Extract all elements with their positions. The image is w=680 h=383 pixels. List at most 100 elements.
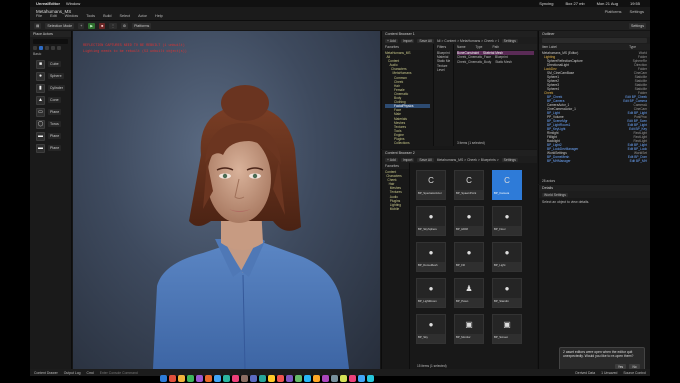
asset-tile[interactable]: ● BP_Sky (416, 314, 446, 344)
lights-icon[interactable] (45, 46, 49, 50)
menubar-status-item[interactable]: Mon 21 Aug (597, 1, 618, 6)
import-button[interactable]: Import (400, 38, 415, 43)
dock-app-icon[interactable] (178, 375, 185, 382)
save-icon[interactable]: ▤ (34, 22, 42, 29)
place-actors-search-input[interactable] (33, 39, 68, 44)
path-breadcrumb[interactable]: All > Content > MetaHumans > Cheek > Cin… (437, 39, 499, 43)
place-actor-item[interactable]: ■ Cube (36, 59, 65, 69)
place-actor-item[interactable]: ▬ Plane (36, 131, 65, 141)
dock-app-icon[interactable] (214, 375, 221, 382)
play-options-icon[interactable]: ⋮ (109, 22, 117, 29)
place-actor-item[interactable]: ▮ Cylinder (36, 83, 65, 93)
dock-app-icon[interactable] (349, 375, 356, 382)
add-button[interactable]: + Add (385, 38, 398, 43)
stop-button[interactable]: ■ (99, 22, 106, 29)
menubar-app-name[interactable]: UnrealEditor (36, 1, 60, 6)
place-actor-item[interactable]: ▭ Plane (36, 107, 65, 117)
dock-app-icon[interactable] (169, 375, 176, 382)
column-header[interactable]: Type (476, 45, 483, 49)
quick-add-button[interactable]: + (78, 22, 85, 29)
menu-item-help[interactable]: Help (155, 14, 163, 18)
derived-data-button[interactable]: Derived Data (575, 371, 595, 375)
asset-tile[interactable]: ● BP_Fill (454, 242, 484, 272)
asset-tile[interactable]: C BP_Camera (492, 170, 522, 200)
selection-mode-button[interactable]: Selection Mode (45, 22, 75, 29)
content-drawer-button[interactable]: Content Drawer (34, 371, 58, 375)
dock-app-icon[interactable] (187, 375, 194, 382)
menu-item-actor[interactable]: Actor (138, 14, 147, 18)
asset-tile[interactable]: ▣ BP_Screen (492, 314, 522, 344)
menubar-window[interactable]: Window (66, 1, 80, 6)
menu-item-build[interactable]: Build (103, 14, 111, 18)
dock-app-icon[interactable] (367, 375, 374, 382)
dock-app-icon[interactable] (223, 375, 230, 382)
settings-button[interactable]: Settings (630, 9, 644, 14)
column-header[interactable]: Name (457, 45, 466, 49)
source-control-button[interactable]: Source Control (623, 371, 646, 375)
asset-tile[interactable]: ● BP_SkySphere (416, 206, 446, 236)
dock-app-icon[interactable] (304, 375, 311, 382)
cb1-settings-button[interactable]: Settings (501, 38, 518, 43)
dock-app-icon[interactable] (196, 375, 203, 382)
import-button-2[interactable]: Import (400, 157, 415, 162)
dock-app-icon[interactable] (277, 375, 284, 382)
asset-tile[interactable]: C BP_SpectatorActor (416, 170, 446, 200)
place-actor-item[interactable]: ▬ Plane (36, 143, 65, 153)
basic-icon[interactable] (39, 46, 43, 50)
asset-tile[interactable]: ● BP_Floor (492, 206, 522, 236)
recent-icon[interactable] (33, 46, 37, 50)
play-button[interactable]: ▶ (88, 22, 96, 29)
column-header[interactable]: Path (492, 45, 499, 49)
asset-tile[interactable]: ● BP_Standin (492, 278, 522, 308)
folder-item[interactable]: Mobile (385, 207, 406, 211)
dock-app-icon[interactable] (295, 375, 302, 382)
visual-icon[interactable] (57, 46, 61, 50)
menubar-status-item[interactable]: 19:55 (630, 1, 640, 6)
place-actor-item[interactable]: ◯ Torus (36, 119, 65, 129)
outliner-row[interactable]: BP_MHManager Edit BP_MH (542, 159, 647, 163)
outliner-column[interactable]: Item Label (542, 45, 557, 49)
platforms-toolbar-button[interactable]: Platforms (132, 22, 152, 29)
asset-tile[interactable]: C BP_SpawnPoint (454, 170, 484, 200)
toolbar-settings-button[interactable]: Settings (629, 22, 646, 29)
dock-app-icon[interactable] (313, 375, 320, 382)
dock-app-icon[interactable] (241, 375, 248, 382)
outliner-search-input[interactable] (542, 38, 647, 43)
dock-app-icon[interactable] (331, 375, 338, 382)
console-input[interactable]: Enter Console Command (100, 371, 138, 375)
save-all-button[interactable]: Save All (417, 38, 434, 43)
outliner-column[interactable]: Type (629, 45, 636, 49)
folder-item[interactable]: Collections (385, 141, 430, 145)
place-actor-item[interactable]: ▲ Cone (36, 95, 65, 105)
menubar-status-item[interactable]: Box 27 mb (566, 1, 585, 6)
dock-app-icon[interactable] (358, 375, 365, 382)
menu-item-file[interactable]: File (36, 14, 42, 18)
asset-tile[interactable]: ▣ BP_Monitor (454, 314, 484, 344)
shapes-icon[interactable] (51, 46, 55, 50)
output-log-button[interactable]: Output Log (64, 371, 81, 375)
dock-app-icon[interactable] (250, 375, 257, 382)
filter-item[interactable]: Level (437, 68, 450, 72)
level-viewport[interactable]: REFLECTION CAPTURES NEED TO BE REBUILT (… (73, 31, 380, 369)
menubar-status-item[interactable]: Syncing (539, 1, 553, 6)
dock-app-icon[interactable] (340, 375, 347, 382)
cb2-settings-button[interactable]: Settings (501, 157, 518, 162)
filter-item[interactable]: Static Mesh (437, 59, 450, 63)
asset-tile[interactable]: ● BP_Light (492, 242, 522, 272)
asset-tile[interactable]: ● BP_LightRoom (416, 278, 446, 308)
menu-item-select[interactable]: Select (120, 14, 131, 18)
place-actor-item[interactable]: ● Sphere (36, 71, 65, 81)
world-settings-tab[interactable]: World Settings (542, 192, 568, 197)
menu-item-edit[interactable]: Edit (50, 14, 57, 18)
dock-app-icon[interactable] (160, 375, 167, 382)
platforms-button[interactable]: Platforms (605, 9, 622, 14)
dock-app-icon[interactable] (268, 375, 275, 382)
add-button-2[interactable]: + Add (385, 157, 398, 162)
asset-tile[interactable]: ♟ BP_Pawn (454, 278, 484, 308)
unsaved-button[interactable]: 1 Unsaved (601, 371, 617, 375)
place-actors-title[interactable]: Place Actors (30, 31, 71, 37)
save-all-button-2[interactable]: Save All (417, 157, 434, 162)
dock-app-icon[interactable] (205, 375, 212, 382)
dock-app-icon[interactable] (259, 375, 266, 382)
asset-tile[interactable]: ● BP_DomeMesh (416, 242, 446, 272)
